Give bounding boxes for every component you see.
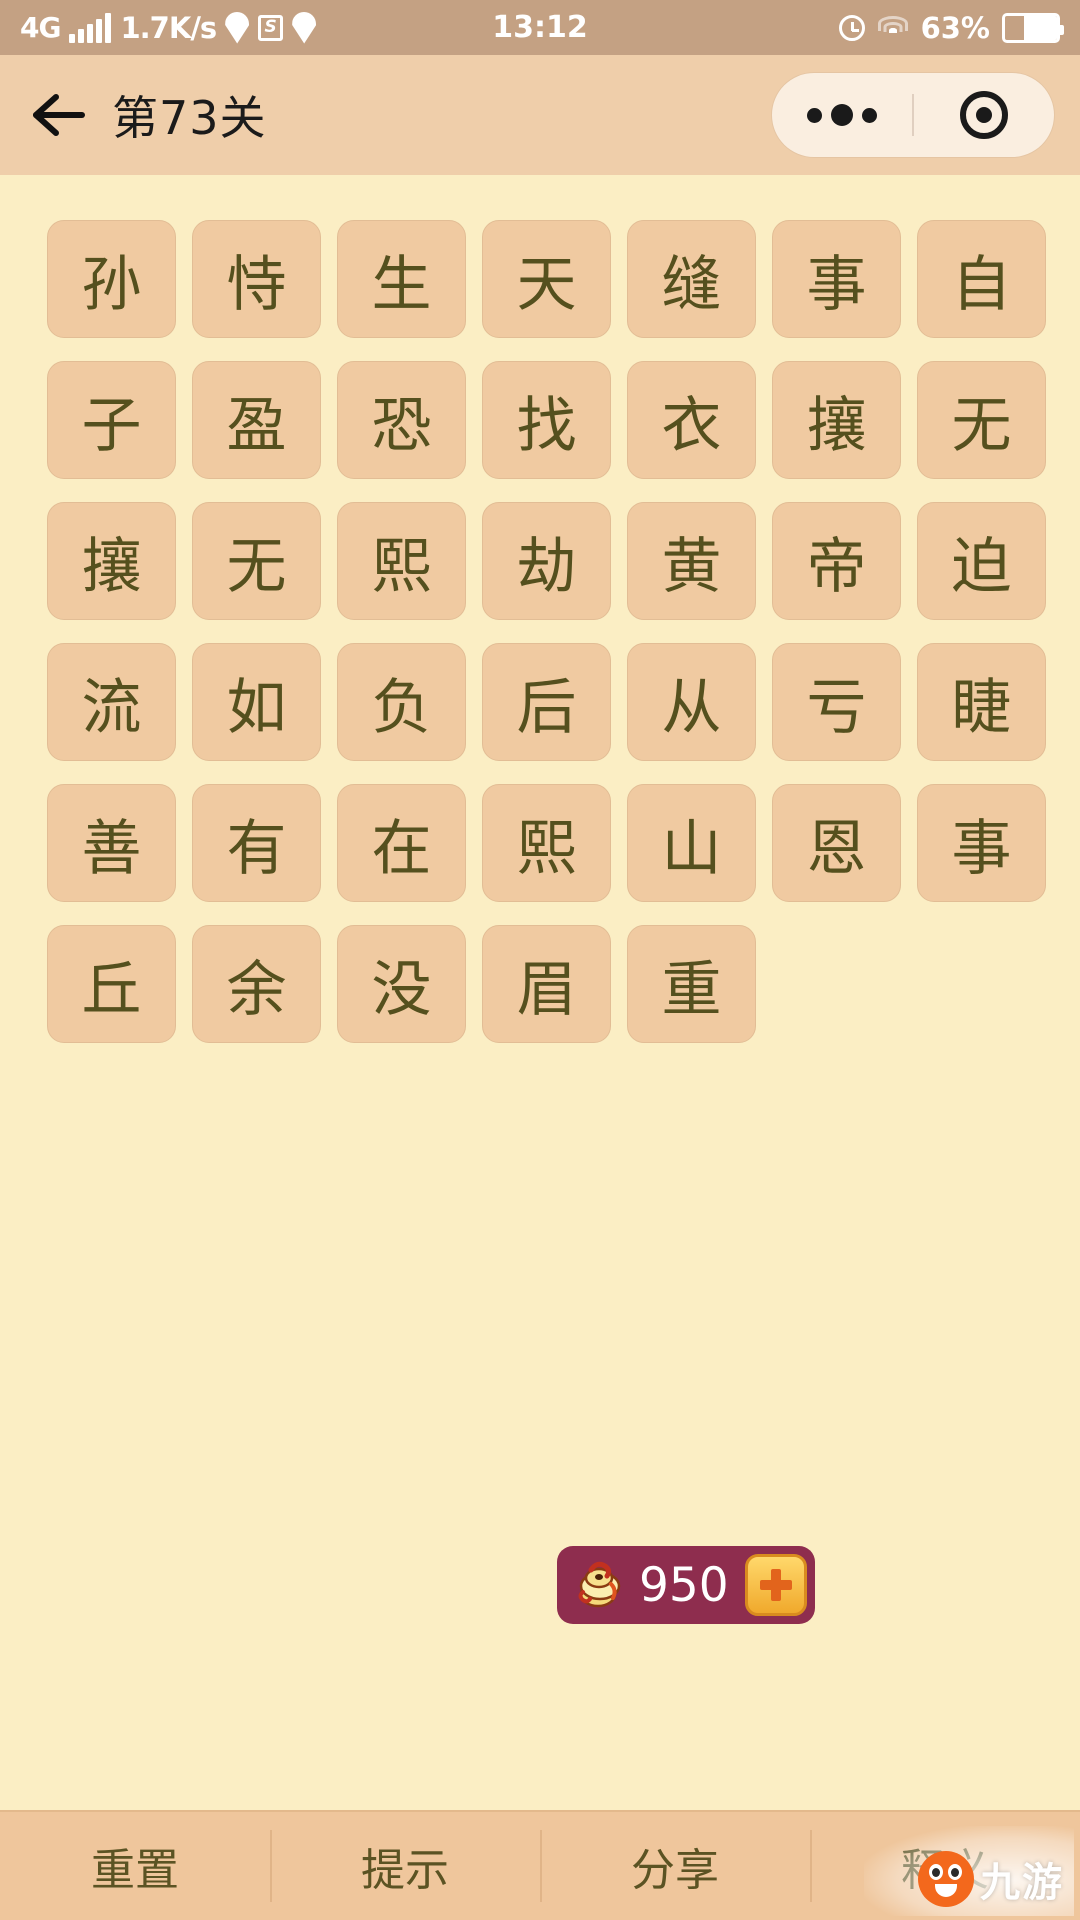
tile-row: 子盈恐找衣攘无	[47, 361, 1080, 479]
target-circle-icon[interactable]	[914, 91, 1054, 139]
character-tile[interactable]: 盈	[192, 361, 321, 479]
character-tile[interactable]: 流	[47, 643, 176, 761]
character-tile[interactable]: 迫	[917, 502, 1046, 620]
character-tile[interactable]: 余	[192, 925, 321, 1043]
tile-row: 流如负后从亏睫	[47, 643, 1080, 761]
alarm-clock-icon	[838, 14, 865, 41]
character-tile[interactable]: 找	[482, 361, 611, 479]
s-badge-icon: S	[258, 14, 284, 41]
tile-row: 孙恃生天缝事自	[47, 220, 1080, 338]
character-tile[interactable]: 恐	[337, 361, 466, 479]
jiuyou-mascot-icon	[918, 1851, 974, 1907]
character-tile[interactable]: 负	[337, 643, 466, 761]
battery-percent-label: 63%	[920, 10, 990, 45]
coin-badge[interactable]: 950	[557, 1546, 815, 1624]
character-tile[interactable]: 亏	[772, 643, 901, 761]
character-tile[interactable]: 自	[917, 220, 1046, 338]
battery-icon	[1002, 12, 1064, 43]
character-tile[interactable]: 劫	[482, 502, 611, 620]
character-tile[interactable]: 事	[772, 220, 901, 338]
watermark-label: 九游	[980, 1860, 1064, 1906]
status-bar-right: 63%	[838, 10, 1064, 45]
character-tile[interactable]: 后	[482, 643, 611, 761]
character-tile[interactable]: 眉	[482, 925, 611, 1043]
tile-row: 善有在熙山恩事	[47, 784, 1080, 902]
character-tile[interactable]: 攘	[772, 361, 901, 479]
character-tile[interactable]: 孙	[47, 220, 176, 338]
tile-row: 攘无熙劫黄帝迫	[47, 502, 1080, 620]
character-tile[interactable]: 从	[627, 643, 756, 761]
more-dots-icon[interactable]	[772, 104, 912, 126]
share-button[interactable]: 分享	[540, 1812, 810, 1920]
character-tile[interactable]: 无	[917, 361, 1046, 479]
plus-icon[interactable]	[745, 1554, 807, 1616]
coin-scroll-icon	[571, 1556, 629, 1614]
character-tile[interactable]: 攘	[47, 502, 176, 620]
character-tile[interactable]: 恩	[772, 784, 901, 902]
character-tile[interactable]: 没	[337, 925, 466, 1043]
wechat-capsule	[772, 73, 1054, 157]
coin-count-label: 950	[639, 1557, 729, 1613]
signal-bars-icon	[69, 12, 112, 43]
wifi-icon	[877, 15, 909, 40]
character-tile[interactable]: 黄	[627, 502, 756, 620]
character-grid: 孙恃生天缝事自子盈恐找衣攘无攘无熙劫黄帝迫流如负后从亏睫善有在熙山恩事丘余没眉重	[0, 175, 1080, 1043]
status-bar: 4G 1.7K/s S 13:12 63%	[0, 0, 1080, 55]
status-bar-left: 4G 1.7K/s S	[20, 10, 317, 45]
location-pin-icon-2	[292, 11, 317, 44]
character-tile[interactable]: 缝	[627, 220, 756, 338]
character-tile[interactable]: 天	[482, 220, 611, 338]
character-tile[interactable]: 帝	[772, 502, 901, 620]
character-tile[interactable]: 如	[192, 643, 321, 761]
location-pin-icon	[225, 11, 250, 44]
reset-button[interactable]: 重置	[0, 1812, 270, 1920]
character-tile[interactable]: 山	[627, 784, 756, 902]
character-tile[interactable]: 熙	[337, 502, 466, 620]
character-tile[interactable]: 事	[917, 784, 1046, 902]
character-tile[interactable]: 熙	[482, 784, 611, 902]
page-title: 第73关	[112, 91, 267, 145]
character-tile[interactable]: 重	[627, 925, 756, 1043]
character-tile[interactable]: 衣	[627, 361, 756, 479]
character-tile[interactable]: 丘	[47, 925, 176, 1043]
character-tile[interactable]: 睫	[917, 643, 1046, 761]
character-tile[interactable]: 在	[337, 784, 466, 902]
back-arrow-icon[interactable]	[26, 83, 90, 147]
network-type-label: 4G	[20, 10, 61, 44]
character-tile[interactable]: 善	[47, 784, 176, 902]
character-tile[interactable]: 恃	[192, 220, 321, 338]
data-speed-label: 1.7K/s	[120, 10, 217, 45]
character-tile[interactable]: 子	[47, 361, 176, 479]
hint-button[interactable]: 提示	[270, 1812, 540, 1920]
jiuyou-watermark: 九游	[918, 1850, 1064, 1908]
character-tile[interactable]: 无	[192, 502, 321, 620]
nav-header: 第73关	[0, 55, 1080, 175]
character-tile[interactable]: 有	[192, 784, 321, 902]
character-tile[interactable]: 生	[337, 220, 466, 338]
tile-row: 丘余没眉重	[47, 925, 1080, 1043]
